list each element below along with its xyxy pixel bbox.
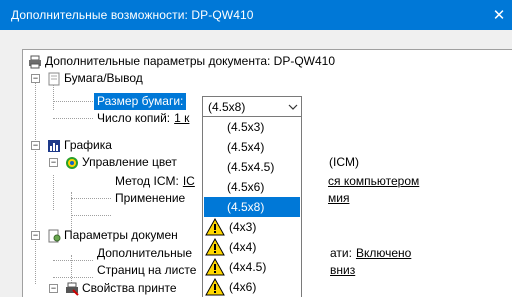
tree-item-apply[interactable]: Применение	[115, 190, 185, 207]
dropdown-option-label: (4x3)	[229, 220, 257, 234]
tree-item-root[interactable]: Дополнительные параметры документа: DP-Q…	[28, 53, 335, 70]
dropdown-option[interactable]: (4.5x6)	[203, 177, 301, 197]
document-settings-icon	[47, 229, 61, 243]
collapse-icon[interactable]: −	[49, 158, 58, 167]
pages-value: вниз	[330, 263, 356, 277]
chevron-down-icon[interactable]	[285, 97, 301, 116]
tree-line	[71, 198, 111, 199]
dropdown-option-label: (4x6)	[229, 280, 257, 294]
dropdown-option[interactable]: (4x3)	[203, 217, 301, 237]
dropdown-option-label: (4x4)	[229, 240, 257, 254]
dropdown-option[interactable]: (4.5x4.5)	[203, 157, 301, 177]
close-icon[interactable]: ✕	[486, 0, 512, 30]
dropdown-option[interactable]: (4x6)	[203, 277, 301, 297]
paper-size-value: (4.5x8)	[208, 99, 246, 114]
printer-icon	[28, 55, 42, 69]
page-icon	[47, 72, 61, 86]
tree-line	[53, 118, 93, 119]
tree-line	[53, 260, 93, 261]
tree-item-paper-size[interactable]: Размер бумаги:	[94, 93, 187, 110]
tree-item-label: Дополнительные параметры документа: DP-Q…	[45, 54, 336, 68]
advanced-value-tail[interactable]: ати: Включено	[330, 245, 411, 262]
window-title: Дополнительные возможности: DP-QW410	[11, 8, 254, 22]
warning-icon	[205, 257, 225, 276]
tree-line	[53, 101, 93, 102]
tree-item-label: Параметры докумен	[64, 228, 178, 242]
dropdown-option-label: (4.5x4.5)	[227, 160, 275, 174]
icm-method-value-tail[interactable]: ся компьютером	[328, 173, 419, 190]
advanced-label: Дополнительные	[97, 246, 192, 260]
warning-icon	[205, 277, 225, 296]
icm-suffix-text: (ICM)	[329, 154, 359, 171]
dropdown-option[interactable]: (4x4.5)	[203, 257, 301, 277]
icm-method-value-text: ся компьютером	[328, 174, 420, 188]
tree-item-copies[interactable]: Число копий: 1 к	[97, 110, 189, 127]
tree-item-label: Свойства принте	[82, 281, 177, 295]
paper-size-select[interactable]: (4.5x8)	[202, 96, 302, 117]
tree-item-printer-props[interactable]: Свойства принте	[65, 280, 177, 297]
dropdown-option-label: (4.5x8)	[227, 200, 265, 214]
tree-item-advanced[interactable]: Дополнительные	[97, 245, 192, 262]
icm-suffix: (ICM)	[329, 155, 359, 169]
tree-line	[35, 76, 36, 284]
pages-value-tail[interactable]: вниз	[330, 262, 355, 279]
paper-size-label: Размер бумаги:	[94, 93, 187, 110]
dropdown-option[interactable]: (4.5x8)	[204, 197, 300, 217]
title-bar: Дополнительные возможности: DP-QW410 ✕	[0, 0, 512, 30]
copies-label: Число копий:	[97, 111, 171, 125]
collapse-icon[interactable]: −	[31, 141, 40, 150]
dropdown-option-label: (4.5x6)	[227, 180, 265, 194]
tree-item-paper-output[interactable]: Бумага/Вывод	[47, 70, 143, 87]
tree-item-doc-params[interactable]: Параметры докумен	[47, 227, 178, 244]
tree-line	[71, 215, 111, 216]
dropdown-option[interactable]: (4x4)	[203, 237, 301, 257]
tree-item-label: Бумага/Вывод	[64, 71, 143, 85]
advanced-value-prefix: ати:	[330, 246, 352, 260]
icm-method-label: Метод ICM:	[115, 174, 179, 188]
printer-properties-icon	[65, 282, 79, 296]
dropdown-option-label: (4.5x4)	[227, 140, 265, 154]
dropdown-option-label: (4x4.5)	[229, 260, 267, 274]
tree-item-icm-method[interactable]: Метод ICM: IC	[115, 173, 195, 190]
tree-item-label: Управление цвет	[82, 155, 177, 169]
apply-label: Применение	[115, 191, 186, 205]
tree-item-pages-per-sheet[interactable]: Страниц на листе	[97, 262, 196, 279]
tree-item-icm[interactable]: Управление цвет	[65, 154, 177, 171]
icm-method-value[interactable]: IC	[183, 173, 195, 190]
tree-item-label: Графика	[64, 138, 112, 152]
tree-line	[53, 175, 54, 210]
collapse-icon[interactable]: −	[31, 231, 40, 240]
tree-line	[53, 277, 93, 278]
apply-value-text: мия	[328, 191, 350, 205]
warning-icon	[205, 217, 225, 236]
collapse-icon[interactable]: −	[31, 74, 40, 83]
tree-item-graphics[interactable]: Графика	[47, 137, 112, 154]
color-wheel-icon	[65, 156, 79, 170]
dropdown-option[interactable]: (4.5x3)	[203, 117, 301, 137]
expand-icon[interactable]: −	[49, 284, 58, 293]
pages-label: Страниц на листе	[97, 263, 197, 277]
dropdown-option-label: (4.5x3)	[227, 120, 265, 134]
paper-size-dropdown[interactable]: (4.5x3) (4.5x4) (4.5x4.5) (4.5x6) (4.5x8) (4x…	[202, 116, 302, 297]
advanced-value[interactable]: Включено	[356, 245, 411, 262]
apply-value-tail[interactable]: мия	[328, 190, 349, 207]
dropdown-option[interactable]: (4.5x4)	[203, 137, 301, 157]
warning-icon	[205, 237, 225, 256]
copies-value[interactable]: 1 к	[174, 110, 189, 127]
graphics-chart-icon	[47, 139, 61, 153]
